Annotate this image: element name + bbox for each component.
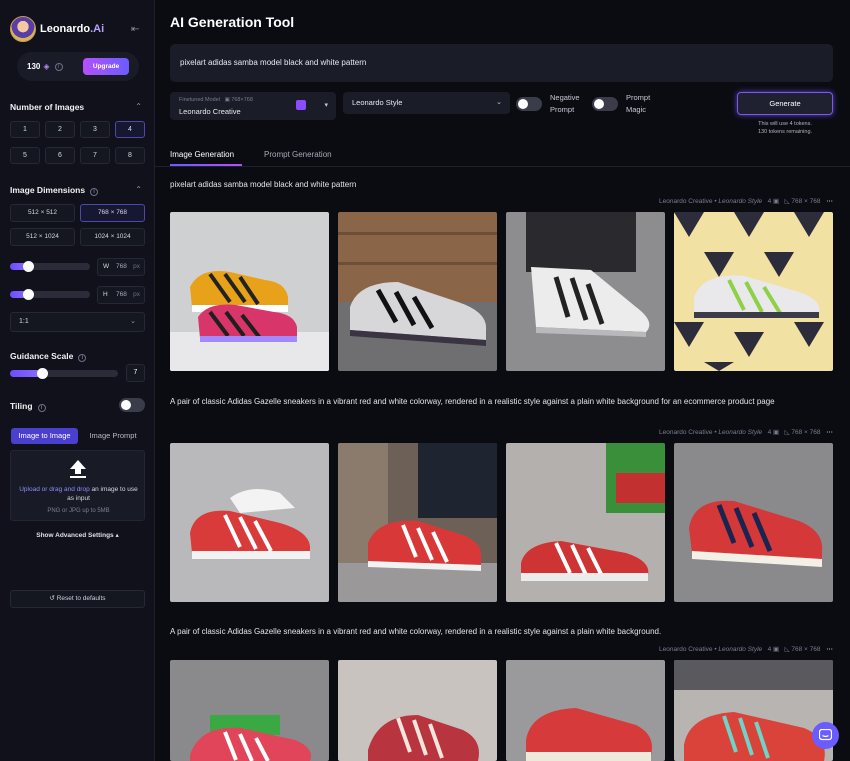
info-icon[interactable]: i	[37, 404, 46, 412]
reset-icon: ↺	[49, 595, 55, 602]
width-slider-handle[interactable]	[23, 261, 34, 272]
collapse-dimensions-icon[interactable]: ⌃	[135, 185, 142, 194]
num-images-option[interactable]: 6	[45, 147, 75, 164]
num-images-option[interactable]: 4	[115, 121, 145, 138]
num-images-option[interactable]: 2	[45, 121, 75, 138]
dimensions-icon: ◺	[784, 429, 790, 436]
brand-name: Leonardo	[40, 23, 91, 35]
dimension-option[interactable]: 1024 × 1024	[80, 228, 145, 246]
upload-hint: PNG or JPG up to 5MB	[47, 508, 110, 514]
upload-icon	[70, 460, 86, 478]
dimensions-icon: ◺	[784, 646, 790, 653]
prompt-magic-toggle[interactable]	[592, 97, 618, 111]
tab-image-to-image[interactable]: Image to Image	[11, 428, 78, 444]
tab-prompt-generation[interactable]: Prompt Generation	[264, 150, 332, 159]
generated-image[interactable]	[338, 660, 497, 761]
chevron-down-icon: ▾	[324, 102, 328, 109]
guidance-slider[interactable]	[10, 368, 118, 379]
num-images-option[interactable]: 7	[80, 147, 110, 164]
token-count: 130	[27, 62, 41, 71]
chevron-down-icon: ⌄	[130, 318, 136, 325]
height-slider[interactable]	[10, 289, 90, 300]
width-slider[interactable]	[10, 261, 90, 272]
generation-meta: Leonardo Creative • Leonardo Style 4 ▣ ◺…	[659, 429, 834, 436]
tiling-title: Tiling i	[10, 401, 46, 412]
brand-suffix: .Ai	[90, 23, 105, 35]
negative-prompt-label: Negative Prompt	[550, 93, 580, 114]
more-options-icon[interactable]: ···	[827, 429, 834, 436]
dimensions-icon: ◺	[784, 198, 790, 205]
model-badge-icon	[296, 100, 306, 110]
generated-image[interactable]	[170, 212, 329, 371]
info-icon[interactable]: i	[78, 354, 87, 362]
more-options-icon[interactable]: ···	[827, 198, 834, 205]
collapse-num-images-icon[interactable]: ⌃	[135, 102, 142, 111]
generated-image[interactable]	[674, 660, 833, 761]
chat-icon	[819, 729, 832, 741]
generate-button[interactable]: Generate	[737, 92, 833, 115]
image-upload-dropzone[interactable]: Upload or drag and drop an image to use …	[10, 450, 145, 521]
num-images-option[interactable]: 8	[115, 147, 145, 164]
guidance-title: Guidance Scale i	[10, 351, 87, 362]
generated-image[interactable]	[674, 443, 833, 602]
token-icon: ◈	[43, 62, 50, 71]
num-images-title: Number of Images	[10, 102, 85, 112]
prompt-magic-label: Prompt Magic	[626, 93, 651, 114]
brand-logo[interactable]: Leonardo.Ai	[10, 16, 104, 42]
aspect-ratio-select[interactable]: 1:1 ⌄	[10, 312, 145, 332]
tab-image-generation[interactable]: Image Generation	[170, 150, 234, 159]
generation-meta: Leonardo Creative • Leonardo Style 4 ▣ ◺…	[659, 646, 834, 653]
page-title: AI Generation Tool	[170, 14, 295, 30]
guidance-value-input[interactable]: 7	[126, 364, 145, 382]
generated-image[interactable]	[506, 443, 665, 602]
width-input[interactable]: W 768 px	[97, 258, 145, 276]
num-images-option[interactable]: 3	[80, 121, 110, 138]
show-advanced-settings[interactable]: Show Advanced Settings ▴	[10, 531, 145, 539]
dimensions-title: Image Dimensions i	[10, 185, 99, 196]
num-images-option[interactable]: 1	[10, 121, 40, 138]
images-icon: ▣	[773, 198, 780, 205]
height-input[interactable]: H 768 px	[97, 286, 145, 304]
token-cost-note: This will use 4 tokens. 130 tokens remain…	[757, 121, 813, 135]
generation-prompt: pixelart adidas samba model black and wh…	[170, 180, 357, 189]
info-icon[interactable]: i	[54, 62, 63, 71]
generated-image[interactable]	[170, 443, 329, 602]
generation-prompt: A pair of classic Adidas Gazelle sneaker…	[170, 397, 775, 406]
token-balance: 130 ◈ i Upgrade	[17, 52, 139, 81]
negative-prompt-toggle[interactable]	[516, 97, 542, 111]
generated-image[interactable]	[338, 212, 497, 371]
tab-image-prompt[interactable]: Image Prompt	[82, 428, 144, 444]
generated-image[interactable]	[338, 443, 497, 602]
generated-image[interactable]	[506, 212, 665, 371]
generation-meta: Leonardo Creative • Leonardo Style 4 ▣ ◺…	[659, 198, 834, 205]
chevron-up-icon: ▴	[115, 532, 119, 539]
height-slider-handle[interactable]	[23, 289, 34, 300]
sidebar: Leonardo.Ai ⇤ 130 ◈ i Upgrade Number of …	[0, 0, 155, 761]
collapse-sidebar-icon[interactable]: ⇤	[131, 24, 139, 35]
chevron-down-icon: ⌄	[496, 99, 502, 106]
upgrade-button[interactable]: Upgrade	[83, 58, 129, 75]
chat-support-button[interactable]	[812, 722, 839, 749]
generation-prompt: A pair of classic Adidas Gazelle sneaker…	[170, 627, 662, 636]
generated-image[interactable]	[674, 212, 833, 371]
num-images-option[interactable]: 5	[10, 147, 40, 164]
image-size-icon: ▣	[224, 97, 230, 103]
reset-defaults-button[interactable]: ↺ Reset to defaults	[10, 590, 145, 608]
upload-link[interactable]: Upload or drag and drop	[19, 486, 89, 493]
tiling-toggle[interactable]	[119, 398, 145, 412]
prompt-input[interactable]: pixelart adidas samba model black and wh…	[170, 44, 833, 82]
images-icon: ▣	[773, 429, 780, 436]
images-icon: ▣	[773, 646, 780, 653]
more-options-icon[interactable]: ···	[827, 646, 834, 653]
dimension-option[interactable]: 768 × 768	[80, 204, 145, 222]
dimension-option[interactable]: 512 × 512	[10, 204, 75, 222]
dimension-option[interactable]: 512 × 1024	[10, 228, 75, 246]
generated-image[interactable]	[506, 660, 665, 761]
logo-avatar-icon	[10, 16, 36, 42]
generated-image[interactable]	[170, 660, 329, 761]
model-select[interactable]: Finetuned Model ▣ 768×768 Leonardo Creat…	[170, 92, 336, 120]
info-icon[interactable]: i	[90, 188, 99, 196]
guidance-slider-handle[interactable]	[37, 368, 48, 379]
style-select[interactable]: Leonardo Style ⌄	[343, 92, 510, 114]
